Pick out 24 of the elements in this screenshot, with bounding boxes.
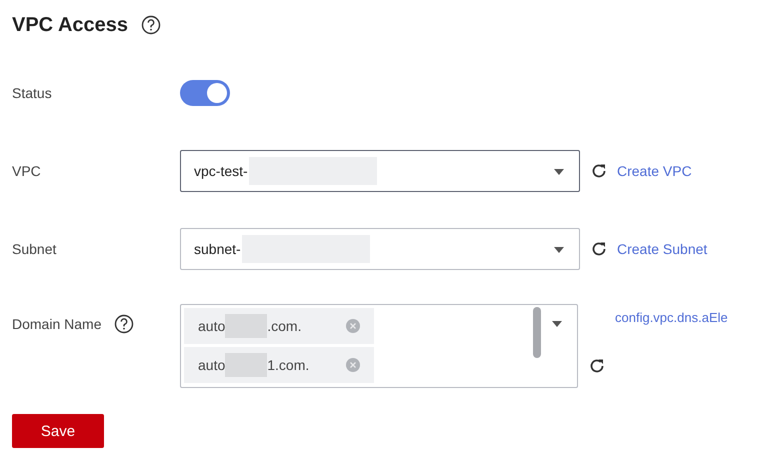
field-label: VPC [12, 163, 42, 179]
refresh-icon[interactable] [591, 241, 607, 257]
domain-select-field[interactable]: auto .com. auto 1.com. [180, 304, 578, 388]
caret-icon [554, 169, 564, 175]
refresh-icon[interactable] [589, 358, 605, 374]
help-icon[interactable] [114, 314, 134, 334]
caret-icon [552, 321, 562, 327]
status-toggle[interactable] [180, 80, 230, 106]
field-label: Domain Name [12, 316, 102, 332]
section-title: VPC Access [12, 14, 128, 36]
create-link[interactable]: Create VPC [617, 163, 692, 179]
select-field[interactable]: vpc-test- [180, 150, 580, 192]
domain-tag[interactable]: auto .com. [184, 308, 374, 344]
refresh-icon[interactable] [591, 163, 607, 179]
scrollbar[interactable] [533, 307, 541, 358]
field-label: Subnet [12, 241, 58, 257]
create-link[interactable]: Create Subnet [617, 241, 708, 257]
field-label: Status [12, 85, 53, 101]
caret-icon [554, 247, 564, 253]
domain-tag[interactable]: auto 1.com. [184, 347, 374, 383]
dns-link[interactable]: config.vpc.dns.aEle [615, 310, 728, 325]
select-field[interactable]: subnet- [180, 228, 580, 270]
save-button[interactable]: Save [12, 414, 104, 448]
help-icon[interactable] [141, 15, 161, 35]
